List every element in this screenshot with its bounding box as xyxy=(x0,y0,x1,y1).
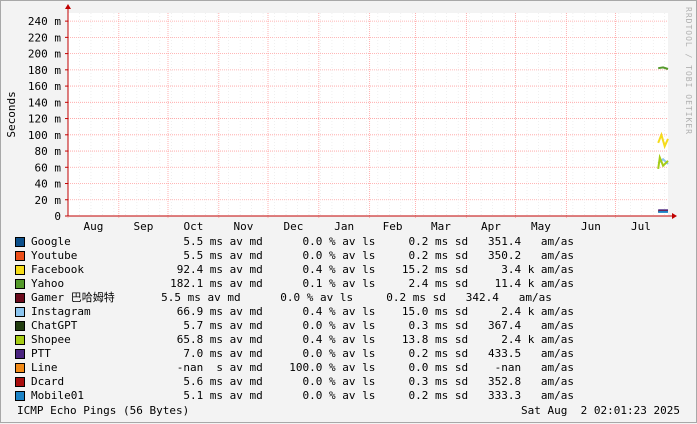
legend-swatch xyxy=(15,363,25,373)
legend-text: Youtube 5.5 ms av md 0.0 % av ls 0.2 ms … xyxy=(31,249,575,262)
y-tick-label: 220 m xyxy=(28,31,61,44)
legend-text: Instagram 66.9 ms av md 0.4 % av ls 15.0… xyxy=(31,305,575,318)
legend-swatch xyxy=(15,237,25,247)
legend-text: ChatGPT 5.7 ms av md 0.0 % av ls 0.3 ms … xyxy=(31,319,575,332)
x-tick-label: Jan xyxy=(334,220,354,233)
x-tick-label: Sep xyxy=(133,220,153,233)
legend-text: PTT 7.0 ms av md 0.0 % av ls 0.2 ms sd 4… xyxy=(31,347,575,360)
graph-description: ICMP Echo Pings (56 Bytes) xyxy=(17,404,190,417)
legend-text: Yahoo 182.1 ms av md 0.1 % av ls 2.4 ms … xyxy=(31,277,575,290)
legend-text: Google 5.5 ms av md 0.0 % av ls 0.2 ms s… xyxy=(31,235,575,248)
graph-timestamp: Sat Aug 2 02:01:23 2025 xyxy=(521,404,680,417)
legend-swatch xyxy=(15,391,25,401)
x-tick-label: Feb xyxy=(383,220,403,233)
y-tick-label: 20 m xyxy=(35,194,62,207)
y-tick-label: 40 m xyxy=(35,178,62,191)
legend-swatch xyxy=(15,377,25,387)
x-tick-label: Apr xyxy=(481,220,501,233)
legend-text: Dcard 5.6 ms av md 0.0 % av ls 0.3 ms sd… xyxy=(31,375,575,388)
legend-swatch xyxy=(15,307,25,317)
y-tick-label: 160 m xyxy=(28,80,61,93)
x-tick-label: Jul xyxy=(631,220,651,233)
x-tick-label: Nov xyxy=(233,220,253,233)
plot-area xyxy=(68,13,668,216)
rrdtool-watermark: RRDTOOL / TOBI OETIKER xyxy=(684,7,693,135)
x-tick-label: Aug xyxy=(83,220,103,233)
x-axis-arrow xyxy=(672,213,677,219)
x-tick-label: Jun xyxy=(581,220,601,233)
legend-text: Gamer 巴哈姆特 5.5 ms av md 0.0 % av ls 0.2 … xyxy=(31,291,552,304)
y-tick-label: 0 xyxy=(54,210,61,223)
y-tick-label: 200 m xyxy=(28,48,61,61)
legend-text: Mobile01 5.1 ms av md 0.0 % av ls 0.2 ms… xyxy=(31,389,575,402)
x-tick-label: Dec xyxy=(283,220,303,233)
legend-swatch xyxy=(15,265,25,275)
legend-swatch xyxy=(15,349,25,359)
x-tick-label: Oct xyxy=(183,220,203,233)
y-tick-label: 240 m xyxy=(28,15,61,28)
y-tick-label: 60 m xyxy=(35,161,62,174)
y-tick-label: 140 m xyxy=(28,96,61,109)
y-tick-label: 120 m xyxy=(28,113,61,126)
y-tick-label: 100 m xyxy=(28,129,61,142)
legend-text: Shopee 65.8 ms av md 0.4 % av ls 13.8 ms… xyxy=(31,333,575,346)
y-axis-arrow xyxy=(65,4,71,9)
x-tick-label: May xyxy=(531,220,551,233)
x-tick-label: Mar xyxy=(431,220,451,233)
legend-swatch xyxy=(15,279,25,289)
y-axis-label: Seconds xyxy=(5,91,18,137)
legend-swatch xyxy=(15,293,25,303)
legend-text: Line -nan s av md 100.0 % av ls 0.0 ms s… xyxy=(31,361,575,374)
legend-text: Facebook 92.4 ms av md 0.4 % av ls 15.2 … xyxy=(31,263,575,276)
legend-swatch xyxy=(15,335,25,345)
graph-frame: 0 20 m 40 m 60 m 80 m 100 m 120 m 140 m 160 m 180… xyxy=(0,0,697,423)
y-tick-label: 80 m xyxy=(35,145,62,158)
legend-swatch xyxy=(15,321,25,331)
legend-swatch xyxy=(15,251,25,261)
y-tick-label: 180 m xyxy=(28,64,61,77)
